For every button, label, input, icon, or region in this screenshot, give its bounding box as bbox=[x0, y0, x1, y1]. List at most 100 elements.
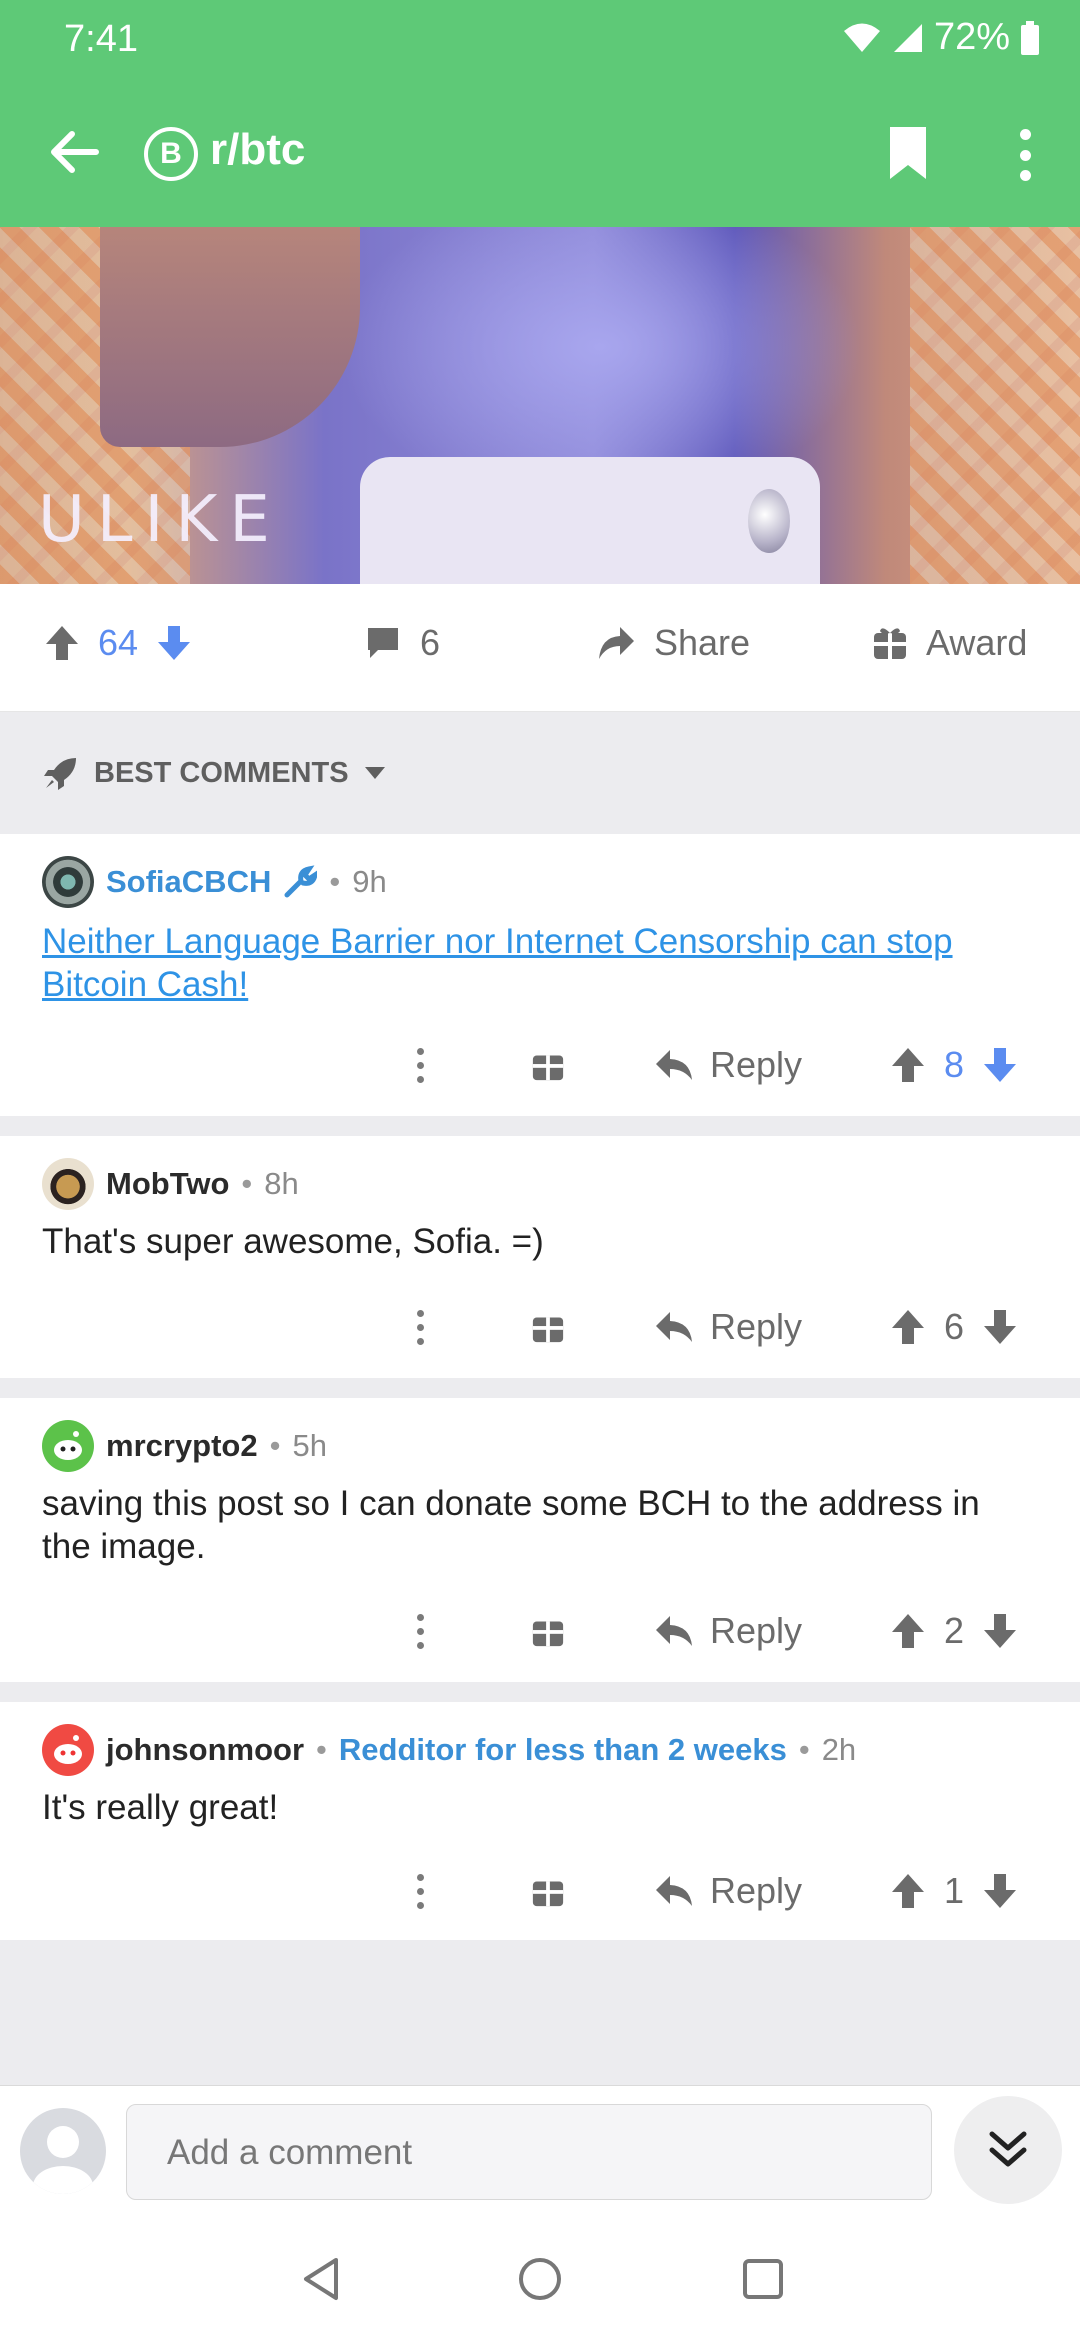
comment-item: MobTwo • 8h That's super awesome, Sofia.… bbox=[0, 1136, 1080, 1378]
comment-sort-bar: BEST COMMENTS bbox=[0, 712, 1080, 834]
reply-arrow-icon bbox=[656, 1876, 692, 1906]
avatar[interactable] bbox=[42, 856, 94, 908]
nav-back-icon[interactable] bbox=[296, 2254, 346, 2304]
comment-divider bbox=[0, 1116, 1080, 1136]
wifi-icon bbox=[843, 23, 880, 52]
chevron-down-icon bbox=[364, 767, 385, 779]
snoo-avatar-icon bbox=[54, 1735, 82, 1764]
post-comments-button[interactable]: 6 bbox=[364, 622, 440, 664]
share-label: Share bbox=[654, 622, 751, 663]
cell-signal-icon bbox=[893, 23, 922, 52]
bookmark-icon[interactable] bbox=[886, 123, 930, 183]
gift-icon bbox=[532, 1621, 564, 1647]
downvote-icon[interactable] bbox=[982, 1046, 1018, 1084]
image-watermark: ULIKE bbox=[38, 483, 282, 557]
comment-more-button[interactable] bbox=[400, 1596, 440, 1666]
comment-award-button[interactable] bbox=[528, 1856, 568, 1926]
comment-composer: Add a comment bbox=[0, 2085, 1080, 2220]
post-vote-group: 64 bbox=[44, 622, 192, 664]
post-action-bar: 64 6 Share Award bbox=[0, 584, 1080, 712]
overflow-menu-button[interactable] bbox=[1000, 123, 1050, 187]
image-arm bbox=[100, 227, 360, 447]
comment-score: 6 bbox=[944, 1306, 965, 1347]
avatar[interactable] bbox=[20, 2108, 106, 2194]
avatar[interactable] bbox=[42, 1158, 94, 1210]
comment-time: 9h bbox=[352, 864, 387, 899]
comment-item: mrcrypto2 • 5h saving this post so I can… bbox=[0, 1398, 1080, 1682]
comment-actions: Reply 2 bbox=[0, 1596, 1080, 1666]
header-separator: • bbox=[269, 1428, 281, 1463]
header-separator: • bbox=[798, 1732, 810, 1767]
comment-input[interactable]: Add a comment bbox=[126, 2104, 932, 2200]
upvote-icon[interactable] bbox=[890, 1308, 926, 1346]
back-button[interactable] bbox=[40, 117, 110, 187]
comment-body: It's really great! bbox=[42, 1788, 279, 1827]
share-arrow-icon bbox=[599, 627, 634, 659]
comment-author[interactable]: SofiaCBCH bbox=[106, 864, 271, 900]
avatar[interactable] bbox=[42, 1724, 94, 1776]
upvote-icon[interactable] bbox=[44, 624, 80, 662]
comment-award-button[interactable] bbox=[528, 1030, 568, 1100]
subreddit-logo-icon[interactable]: B bbox=[144, 127, 198, 181]
reply-arrow-icon bbox=[656, 1616, 692, 1646]
comment-author[interactable]: mrcrypto2 bbox=[106, 1428, 258, 1464]
comment-divider bbox=[0, 1682, 1080, 1702]
avatar[interactable] bbox=[42, 1420, 94, 1472]
comment-vote-group: 8 bbox=[890, 1030, 1018, 1100]
app-header: 7:41 72% B r/btc bbox=[0, 0, 1080, 227]
comment-actions: Reply 1 bbox=[0, 1856, 1080, 1926]
upvote-icon[interactable] bbox=[890, 1046, 926, 1084]
battery-icon bbox=[1021, 20, 1039, 55]
comment-bubble-icon bbox=[368, 628, 398, 658]
comment-header: mrcrypto2 • 5h bbox=[42, 1420, 327, 1472]
post-share-button[interactable]: Share bbox=[596, 622, 750, 664]
header-separator: • bbox=[316, 1732, 327, 1767]
comment-author[interactable]: johnsonmoor bbox=[106, 1732, 304, 1768]
post-award-button[interactable]: Award bbox=[872, 622, 1027, 664]
comment-reply-button[interactable]: Reply bbox=[654, 1030, 802, 1100]
comment-more-button[interactable] bbox=[400, 1030, 440, 1100]
post-score: 64 bbox=[98, 622, 139, 663]
comment-header: SofiaCBCH • 9h bbox=[42, 856, 387, 908]
reply-label: Reply bbox=[710, 1044, 803, 1085]
reddit-post-page: 7:41 72% B r/btc ULIKE 64 6 Share Award … bbox=[0, 0, 1080, 2340]
back-arrow-icon bbox=[51, 131, 99, 173]
post-image[interactable]: ULIKE bbox=[0, 227, 1080, 584]
comment-time: 5h bbox=[292, 1428, 327, 1463]
comment-link[interactable]: Neither Language Barrier nor Internet Ce… bbox=[42, 922, 953, 1004]
comment-vote-group: 2 bbox=[890, 1596, 1018, 1666]
comment-actions: Reply 6 bbox=[0, 1292, 1080, 1362]
downvote-icon[interactable] bbox=[156, 624, 192, 662]
reply-label: Reply bbox=[710, 1610, 803, 1651]
comment-vote-group: 1 bbox=[890, 1856, 1018, 1926]
comments-end-spacer bbox=[0, 1940, 1080, 2085]
image-plaid-right bbox=[910, 227, 1080, 584]
comment-more-button[interactable] bbox=[400, 1292, 440, 1362]
downvote-icon[interactable] bbox=[982, 1612, 1018, 1650]
sort-label: BEST COMMENTS bbox=[94, 756, 349, 789]
reply-arrow-icon bbox=[656, 1050, 692, 1080]
upvote-icon[interactable] bbox=[890, 1872, 926, 1910]
jump-to-bottom-button[interactable] bbox=[954, 2096, 1062, 2204]
comment-reply-button[interactable]: Reply bbox=[654, 1856, 802, 1926]
nav-recents-icon[interactable] bbox=[738, 2254, 788, 2304]
upvote-icon[interactable] bbox=[890, 1612, 926, 1650]
comment-more-button[interactable] bbox=[400, 1856, 440, 1926]
nav-home-icon[interactable] bbox=[515, 2254, 565, 2304]
comment-award-button[interactable] bbox=[528, 1596, 568, 1666]
sort-dropdown[interactable]: BEST COMMENTS bbox=[42, 754, 387, 792]
downvote-icon[interactable] bbox=[982, 1872, 1018, 1910]
comment-reply-button[interactable]: Reply bbox=[654, 1292, 802, 1362]
gift-icon bbox=[532, 1055, 564, 1081]
subreddit-title[interactable]: r/btc bbox=[210, 125, 305, 175]
comment-award-button[interactable] bbox=[528, 1292, 568, 1362]
comment-reply-button[interactable]: Reply bbox=[654, 1596, 802, 1666]
gift-icon bbox=[532, 1881, 564, 1907]
image-jeans-button bbox=[748, 489, 790, 553]
comment-author[interactable]: MobTwo bbox=[106, 1166, 229, 1202]
comment-body: Neither Language Barrier nor Internet Ce… bbox=[42, 920, 1030, 1006]
rocket-icon bbox=[44, 758, 76, 790]
comment-score: 2 bbox=[944, 1610, 965, 1651]
downvote-icon[interactable] bbox=[982, 1308, 1018, 1346]
system-nav-bar bbox=[0, 2220, 1080, 2340]
